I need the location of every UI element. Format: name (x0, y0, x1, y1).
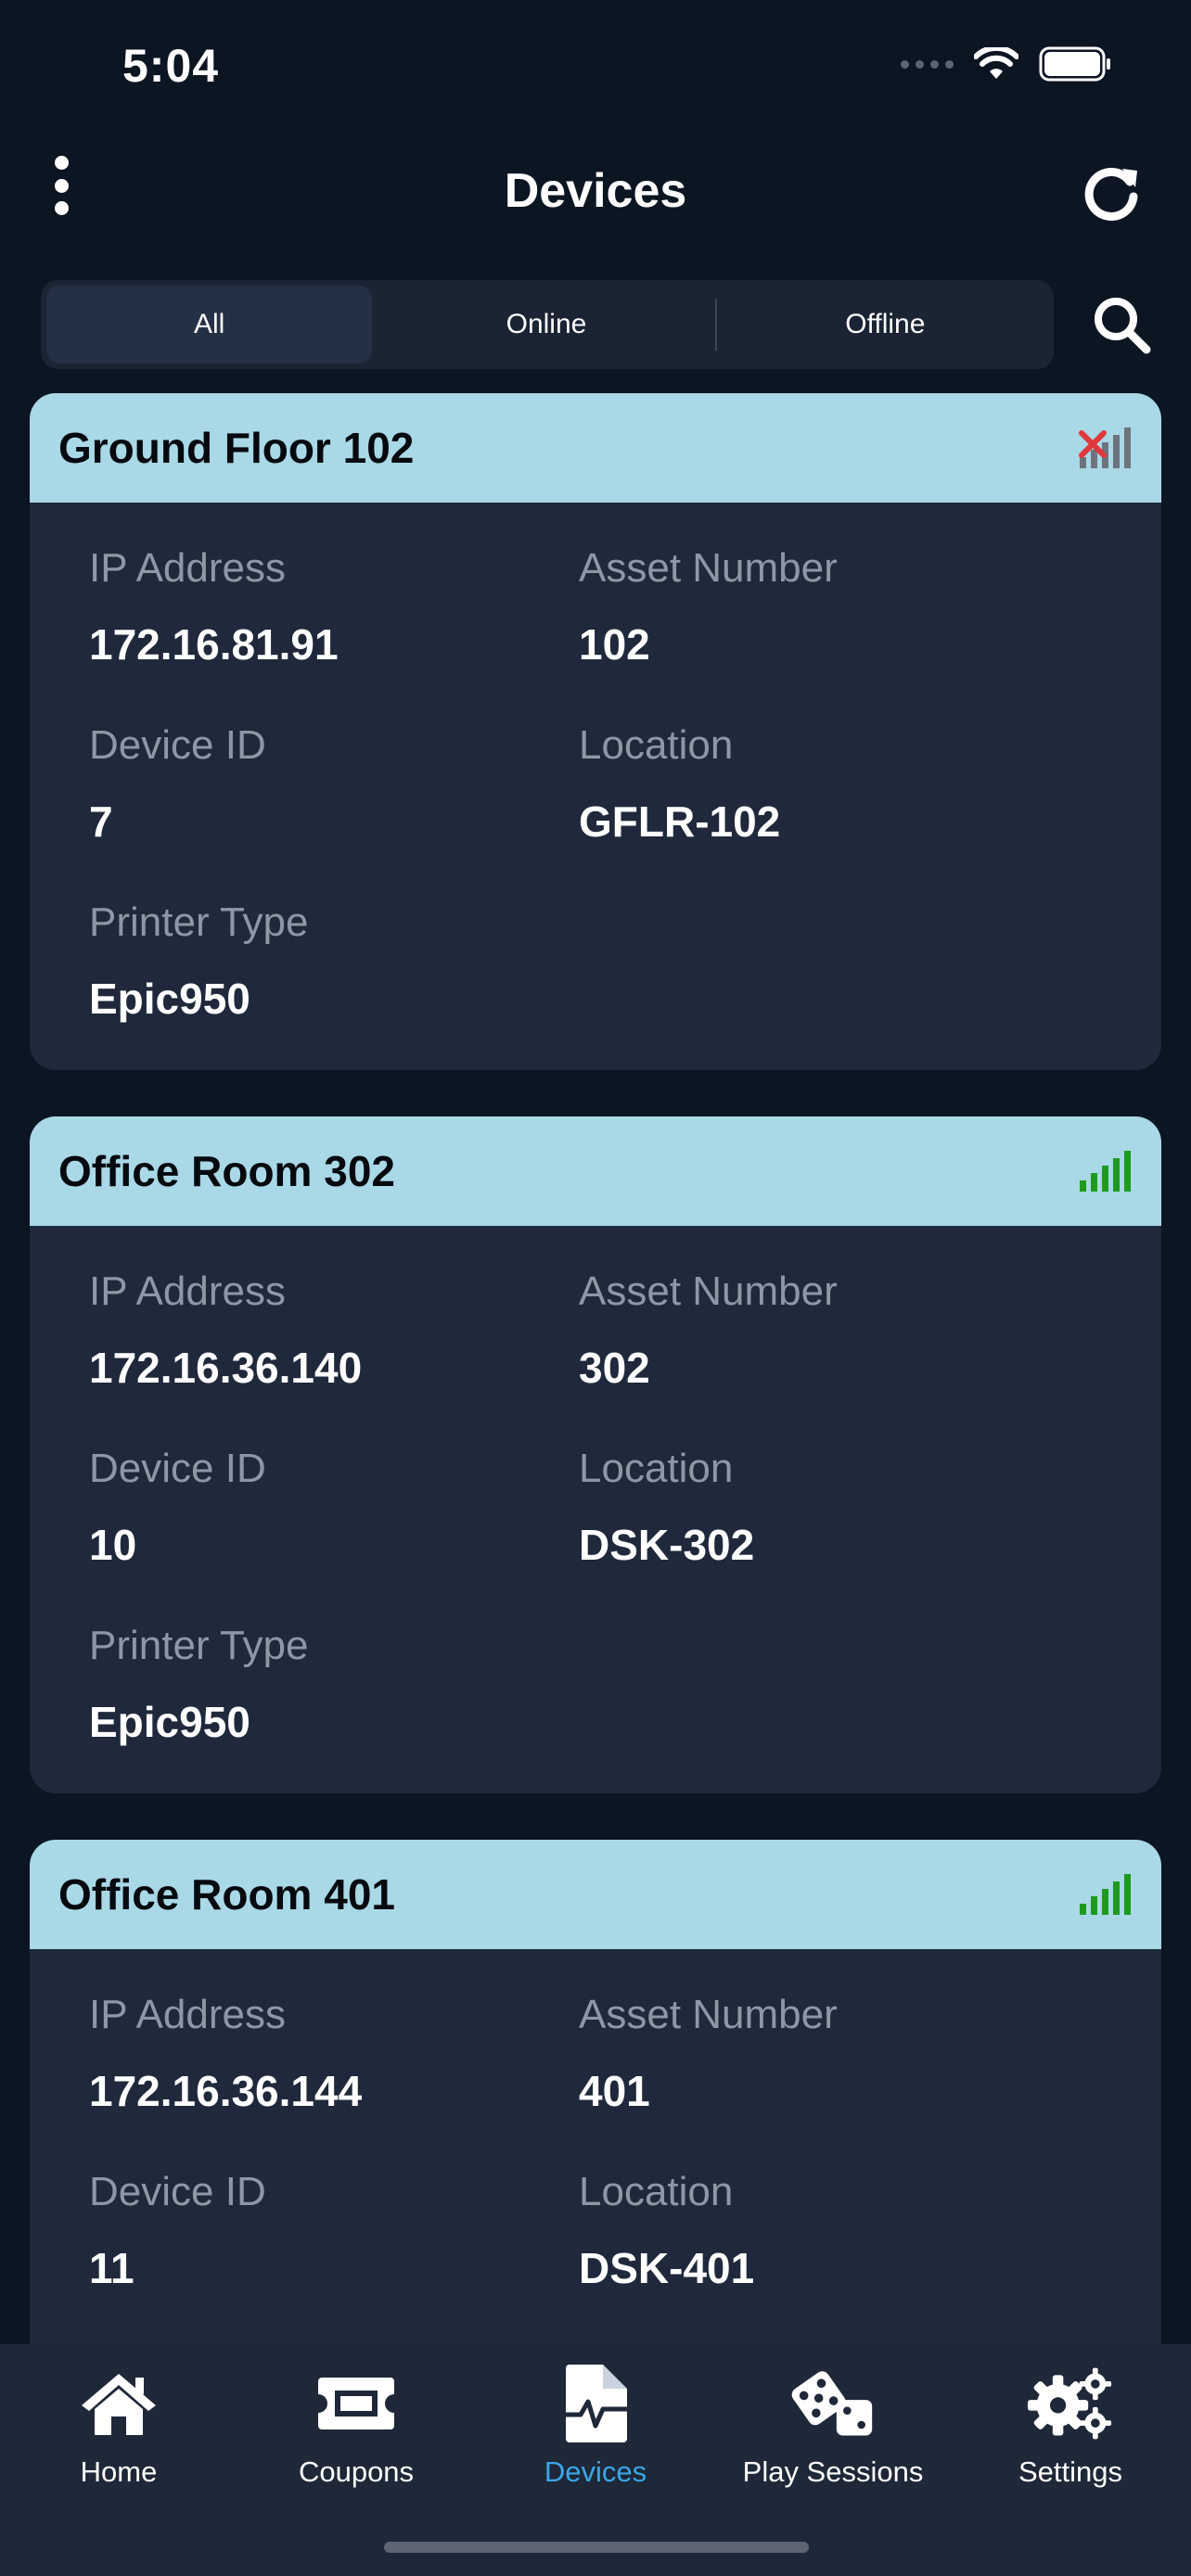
device-id-field: Device ID 7 (89, 722, 266, 847)
asset-value: 401 (579, 2067, 650, 2115)
device-name: Ground Floor 102 (58, 424, 415, 472)
location-value: DSK-302 (579, 1521, 755, 1569)
ip-label: IP Address (89, 1269, 286, 1314)
device-id-label: Device ID (89, 2169, 266, 2214)
location-value: GFLR-102 (579, 797, 781, 846)
gears-icon (1028, 2367, 1112, 2440)
home-indicator (384, 2542, 809, 2553)
device-card-header: Ground Floor 102 (30, 393, 1161, 503)
filter-tab-offline[interactable]: Offline (723, 286, 1048, 363)
tab-devices-label: Devices (544, 2455, 647, 2488)
tab-settings-label: Settings (1018, 2455, 1122, 2488)
ip-field: IP Address 172.16.36.144 (89, 1992, 362, 2116)
device-name: Office Room 401 (58, 1870, 395, 1919)
ip-label: IP Address (89, 545, 286, 591)
asset-field: Asset Number 102 (579, 545, 838, 670)
tab-devices[interactable]: Devices (477, 2361, 714, 2489)
tab-play-sessions[interactable]: Play Sessions (714, 2361, 952, 2489)
dice-icon (791, 2371, 873, 2436)
signal-offline-icon (1079, 427, 1131, 468)
tab-settings[interactable]: Settings (952, 2361, 1189, 2489)
location-label: Location (579, 1446, 734, 1491)
asset-field: Asset Number 401 (579, 1992, 838, 2116)
asset-value: 302 (579, 1344, 650, 1392)
status-icons (901, 46, 1113, 82)
device-id-value: 10 (89, 1521, 137, 1569)
tab-home[interactable]: Home (0, 2361, 237, 2489)
segment-divider (714, 299, 717, 351)
filter-tab-all[interactable]: All (46, 286, 373, 363)
ip-value: 172.16.81.91 (89, 620, 339, 669)
cellular-signal-icon (901, 59, 954, 69)
tab-coupons-label: Coupons (298, 2455, 415, 2488)
device-id-value: 7 (89, 797, 113, 846)
location-label: Location (579, 2169, 734, 2214)
device-card[interactable]: Ground Floor 102 IP Address 172.16.81.91… (30, 393, 1161, 1070)
status-filter-segmented: All Online Offline (41, 280, 1054, 369)
printer-type-field: Printer Type Epic950 (89, 1623, 308, 1747)
device-id-label: Device ID (89, 722, 266, 768)
location-field: Location DSK-401 (579, 2169, 754, 2293)
asset-label: Asset Number (579, 1269, 838, 1314)
device-id-label: Device ID (89, 1446, 266, 1491)
device-card-header: Office Room 401 (30, 1840, 1161, 1949)
device-id-field: Device ID 10 (89, 1446, 266, 1570)
home-icon (82, 2374, 156, 2435)
coupon-icon (318, 2378, 394, 2429)
location-field: Location DSK-302 (579, 1446, 754, 1570)
printer-type-label: Printer Type (89, 899, 309, 945)
ip-label: IP Address (89, 1992, 286, 2037)
battery-icon (1039, 46, 1110, 82)
device-card[interactable]: Office Room 302 IP Address 172.16.36.140… (30, 1116, 1161, 1793)
filter-tab-online[interactable]: Online (383, 286, 709, 363)
ip-value: 172.16.36.144 (89, 2067, 363, 2115)
refresh-icon[interactable] (1080, 159, 1145, 224)
signal-online-icon (1080, 1151, 1131, 1192)
location-value: DSK-401 (579, 2244, 755, 2292)
device-id-field: Device ID 11 (89, 2169, 266, 2293)
asset-label: Asset Number (579, 1992, 838, 2037)
device-name: Office Room 302 (58, 1147, 395, 1195)
wifi-icon (974, 47, 1018, 79)
printer-type-value: Epic950 (89, 975, 250, 1023)
asset-label: Asset Number (579, 545, 838, 591)
page-title: Devices (504, 164, 687, 218)
ip-field: IP Address 172.16.81.91 (89, 545, 339, 670)
location-label: Location (579, 722, 734, 768)
tab-home-label: Home (80, 2455, 158, 2488)
tab-play-sessions-label: Play Sessions (742, 2455, 924, 2488)
device-card-header: Office Room 302 (30, 1116, 1161, 1226)
search-icon[interactable] (1089, 292, 1154, 357)
ip-value: 172.16.36.140 (89, 1344, 363, 1392)
location-field: Location GFLR-102 (579, 722, 780, 847)
device-id-value: 11 (89, 2244, 134, 2292)
ip-field: IP Address 172.16.36.140 (89, 1269, 362, 1393)
device-file-icon (564, 2365, 627, 2442)
printer-type-value: Epic950 (89, 1698, 250, 1746)
printer-type-label: Printer Type (89, 1623, 309, 1668)
tab-coupons[interactable]: Coupons (237, 2361, 475, 2489)
status-time: 5:04 (122, 40, 220, 92)
printer-type-field: Printer Type Epic950 (89, 899, 308, 1024)
signal-online-icon (1080, 1874, 1131, 1915)
asset-field: Asset Number 302 (579, 1269, 838, 1393)
asset-value: 102 (579, 620, 650, 669)
